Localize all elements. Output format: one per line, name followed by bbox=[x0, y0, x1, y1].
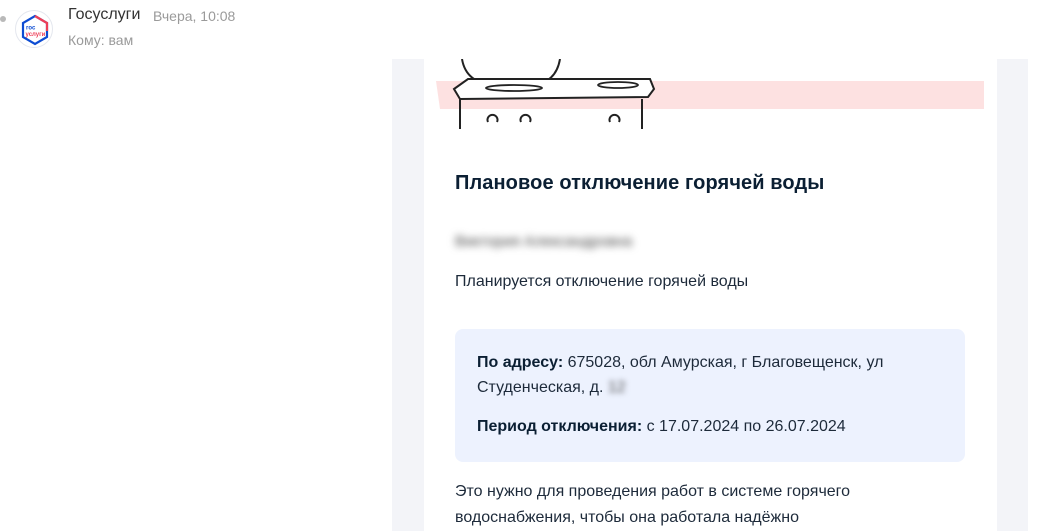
address-value-line2: Студенческая, д. bbox=[477, 379, 604, 396]
footer-text: Это нужно для проведения работ в системе… bbox=[455, 479, 955, 531]
house-number-blurred: 12 bbox=[607, 379, 626, 396]
sink-illustration-icon bbox=[436, 59, 984, 129]
sender-name[interactable]: Госуслуги bbox=[68, 6, 140, 24]
address-value-line1: 675028, обл Амурская, г Благовещенск, ул bbox=[567, 354, 884, 371]
intro-text: Планируется отключение горячей воды bbox=[455, 273, 749, 290]
period-value: с 17.07.2024 по 26.07.2024 bbox=[646, 418, 846, 435]
sender-avatar[interactable]: гос услуги bbox=[15, 10, 53, 48]
email-title: Плановое отключение горячей воды bbox=[455, 172, 825, 194]
period-label: Период отключения: bbox=[477, 418, 643, 435]
footer-line-1: Это нужно для проведения работ в системе… bbox=[455, 483, 851, 500]
logo-text-top: гос bbox=[26, 26, 36, 32]
unread-indicator bbox=[0, 16, 6, 22]
address-label: По адресу: bbox=[477, 354, 564, 371]
logo-text-bottom: услуги bbox=[26, 32, 46, 38]
message-date: Вчера, 10:08 bbox=[153, 8, 236, 24]
address-line-2: Студенческая, д. 12 bbox=[477, 375, 626, 400]
period-line: Период отключения: с 17.07.2024 по 26.07… bbox=[477, 414, 846, 439]
footer-line-2: водоснабжения, чтобы она работала надёжн… bbox=[455, 509, 799, 526]
mail-message-view: гос услуги Госуслуги Вчера, 10:08 Кому: … bbox=[0, 0, 1050, 531]
recipient-line: Кому: вам bbox=[68, 32, 134, 48]
recipient-name-blurred: Виктория Александровна bbox=[455, 233, 633, 250]
address-line: По адресу: 675028, обл Амурская, г Благо… bbox=[477, 350, 883, 375]
gosuslugi-logo-icon: гос услуги bbox=[21, 14, 49, 46]
